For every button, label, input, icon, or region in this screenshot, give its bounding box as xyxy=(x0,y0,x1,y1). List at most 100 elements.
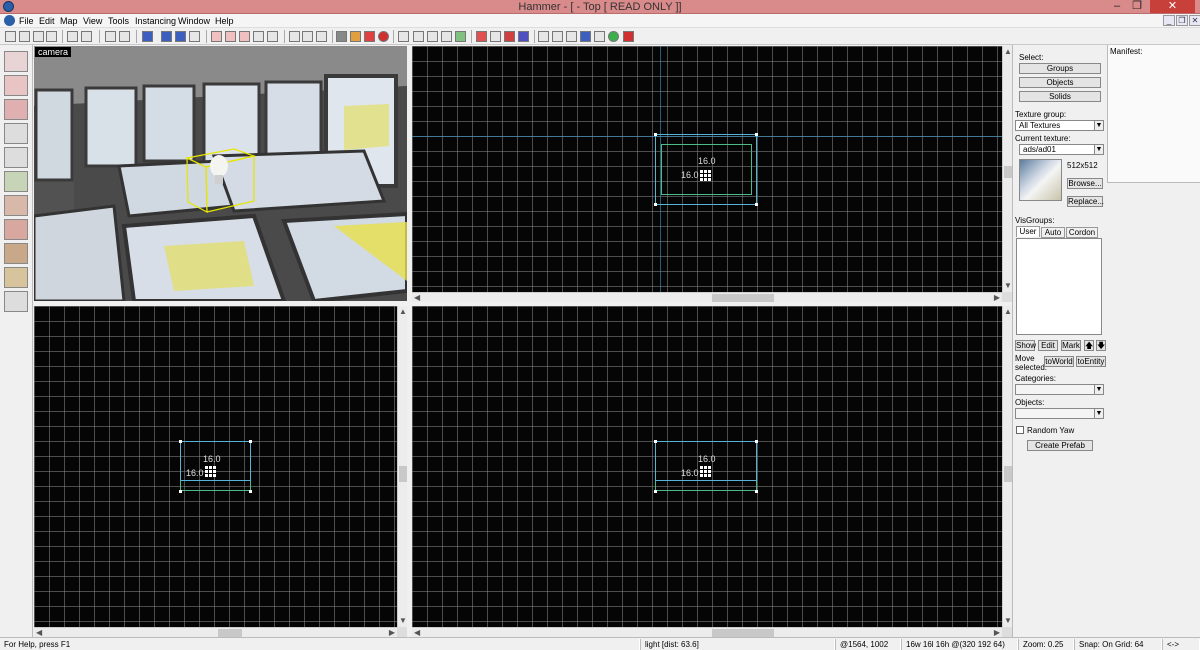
texture-scale-lock-icon[interactable] xyxy=(225,31,236,42)
tab-user[interactable]: User xyxy=(1016,226,1040,237)
select-objects-button[interactable]: Objects xyxy=(1019,77,1101,88)
menu-tools[interactable]: Tools xyxy=(108,15,129,27)
browse-button[interactable]: Browse... xyxy=(1067,178,1103,189)
camera-tool-icon[interactable] xyxy=(4,99,28,120)
vertex-manipulation-icon[interactable] xyxy=(4,291,28,312)
selection-handle[interactable] xyxy=(755,203,758,206)
document-icon[interactable] xyxy=(4,15,15,26)
2d-sync-icon[interactable] xyxy=(441,31,452,42)
texture-browser-icon[interactable] xyxy=(580,31,591,42)
scroll-up-icon[interactable]: ▲ xyxy=(1004,48,1012,56)
selection-handle[interactable] xyxy=(654,203,657,206)
save-window-state-icon[interactable] xyxy=(81,31,92,42)
front-viewport[interactable]: 16.0 16.0 ▲ ▼ ◀ ▶ xyxy=(34,306,407,637)
entity-tool-icon[interactable] xyxy=(4,123,28,144)
grid-toggle-icon[interactable] xyxy=(5,31,16,42)
scroll-down-icon[interactable]: ▼ xyxy=(1004,617,1012,625)
scroll-right-icon[interactable]: ▶ xyxy=(994,629,1000,637)
select-groups-button[interactable]: Groups xyxy=(1019,63,1101,74)
group-icon[interactable] xyxy=(161,31,172,42)
vertical-scrollbar[interactable]: ▲ ▼ xyxy=(397,306,407,627)
scroll-down-icon[interactable]: ▼ xyxy=(399,617,407,625)
selection-handle[interactable] xyxy=(654,440,657,443)
cut-icon[interactable] xyxy=(289,31,300,42)
manifest-panel[interactable]: Manifest: xyxy=(1107,45,1200,183)
menu-view[interactable]: View xyxy=(83,15,102,27)
edit-button[interactable]: Edit xyxy=(1038,340,1058,351)
objects-select[interactable]: ▼ xyxy=(1015,408,1104,419)
selection-handle[interactable] xyxy=(179,440,182,443)
menu-instancing[interactable]: Instancing xyxy=(135,15,176,27)
decal-icon[interactable] xyxy=(364,31,375,42)
menu-map[interactable]: Map xyxy=(60,15,78,27)
carve-icon[interactable] xyxy=(142,31,153,42)
tab-cordon[interactable]: Cordon xyxy=(1066,227,1098,238)
clip-tool-icon[interactable] xyxy=(552,31,563,42)
scrollbar-thumb[interactable] xyxy=(1004,466,1012,482)
ungroup-icon[interactable] xyxy=(175,31,186,42)
apply-texture-icon[interactable] xyxy=(4,195,28,216)
magnify-tool-icon[interactable] xyxy=(4,75,28,96)
mdi-restore-button[interactable]: ❐ xyxy=(1176,15,1188,26)
redo-icon[interactable] xyxy=(119,31,130,42)
select-solids-button[interactable]: Solids xyxy=(1019,91,1101,102)
scrollbar-thumb[interactable] xyxy=(1004,166,1012,178)
texture-tool-icon[interactable] xyxy=(4,171,28,192)
check-problems-icon[interactable] xyxy=(476,31,487,42)
scroll-left-icon[interactable]: ◀ xyxy=(414,629,420,637)
chevron-down-icon[interactable]: ▼ xyxy=(1094,121,1103,130)
current-texture-select[interactable]: ads/ad01 ▼ xyxy=(1019,144,1104,155)
selection-handle[interactable] xyxy=(755,440,758,443)
scrollbar-thumb[interactable] xyxy=(399,466,407,482)
move-down-button[interactable]: 🡇 xyxy=(1096,340,1106,351)
undo-icon[interactable] xyxy=(105,31,116,42)
top-viewport[interactable]: 16.0 16.0 ▲ ▼ ◀ ▶ xyxy=(412,46,1012,302)
horizontal-scrollbar[interactable]: ◀ ▶ xyxy=(34,627,397,637)
snap-icon[interactable] xyxy=(427,31,438,42)
selection-handle[interactable] xyxy=(755,490,758,493)
horizontal-scrollbar[interactable]: ◀ ▶ xyxy=(412,292,1002,302)
vertical-scrollbar[interactable]: ▲ ▼ xyxy=(1002,306,1012,627)
vertical-scrollbar[interactable]: ▲ ▼ xyxy=(1002,46,1012,292)
run-map-icon[interactable] xyxy=(608,31,619,42)
camera-viewport[interactable]: camera xyxy=(34,46,407,301)
move-up-button[interactable]: 🡅 xyxy=(1084,340,1094,351)
find-entity-icon[interactable] xyxy=(518,31,529,42)
brush-icon[interactable] xyxy=(566,31,577,42)
load-window-state-icon[interactable] xyxy=(67,31,78,42)
texture-group-select[interactable]: All Textures ▼ xyxy=(1015,120,1104,131)
menu-help[interactable]: Help xyxy=(215,15,234,27)
select-tool-icon[interactable] xyxy=(398,31,409,42)
larger-grid-icon[interactable] xyxy=(46,31,57,42)
texture-lock-icon[interactable] xyxy=(211,31,222,42)
copy-icon[interactable] xyxy=(302,31,313,42)
entity-help-icon[interactable] xyxy=(504,31,515,42)
smaller-grid-icon[interactable] xyxy=(33,31,44,42)
decal-tool-icon[interactable] xyxy=(4,219,28,240)
texture-application-icon[interactable] xyxy=(350,31,361,42)
menu-window[interactable]: Window xyxy=(178,15,210,27)
vertex-tool-icon[interactable] xyxy=(538,31,549,42)
scrollbar-thumb[interactable] xyxy=(712,629,774,637)
hide-selected-icon[interactable] xyxy=(189,31,200,42)
window-close-button[interactable]: ✕ xyxy=(1150,0,1195,13)
selection-handle[interactable] xyxy=(654,133,657,136)
selection-handle[interactable] xyxy=(249,440,252,443)
to-entity-button[interactable]: toEntity xyxy=(1076,356,1106,367)
side-viewport[interactable]: 16.0 16.0 ▲ ▼ ◀ ▶ xyxy=(412,306,1012,637)
menu-file[interactable]: File xyxy=(19,15,34,27)
cordon-icon[interactable] xyxy=(413,31,424,42)
grid-3d-icon[interactable] xyxy=(19,31,30,42)
mdi-close-button[interactable]: ✕ xyxy=(1189,15,1200,26)
selection-handle[interactable] xyxy=(654,490,657,493)
paste-icon[interactable] xyxy=(316,31,327,42)
block-tool-icon[interactable] xyxy=(4,147,28,168)
scrollbar-thumb[interactable] xyxy=(218,629,242,637)
menu-edit[interactable]: Edit xyxy=(39,15,55,27)
window-minimize-button[interactable]: – xyxy=(1108,0,1126,13)
run-vrad-icon[interactable] xyxy=(623,31,634,42)
mark-button[interactable]: Mark xyxy=(1061,340,1081,351)
entity-report-icon[interactable] xyxy=(455,31,466,42)
selection-handle[interactable] xyxy=(755,133,758,136)
tab-auto[interactable]: Auto xyxy=(1041,227,1065,238)
